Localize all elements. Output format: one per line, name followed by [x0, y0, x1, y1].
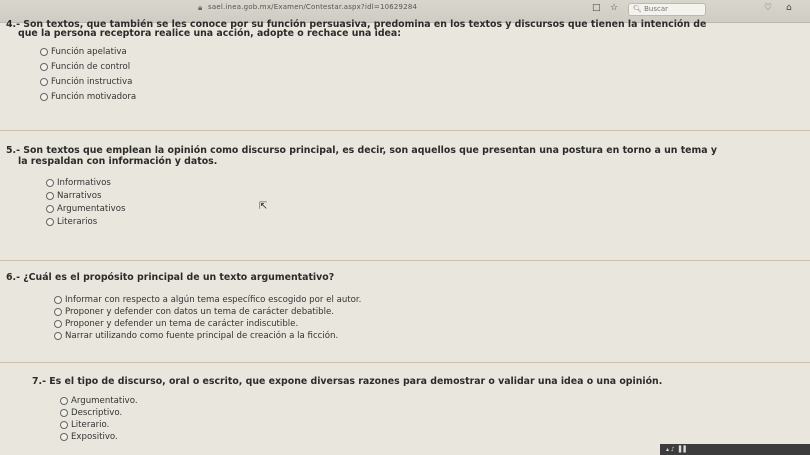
system-tray-icon: ▴ ♪ ▐▐ — [666, 446, 686, 453]
question-4-option-1[interactable]: Función apelativa — [40, 47, 127, 57]
search-icon: 🔍︎ — [633, 5, 642, 13]
radio-button[interactable] — [46, 179, 54, 187]
question-7-text: 7.- Es el tipo de discurso, oral o escri… — [32, 376, 663, 387]
question-5-text: 5.- Son textos que emplean la opinión co… — [6, 145, 718, 156]
radio-button[interactable] — [40, 93, 48, 101]
question-5-option-1[interactable]: Informativos — [46, 178, 111, 188]
question-5-text-line2: la respaldan con información y datos. — [18, 156, 218, 167]
pocket-icon[interactable]: ♡ — [764, 3, 772, 13]
radio-button[interactable] — [60, 433, 68, 441]
question-5-option-2[interactable]: Narrativos — [46, 191, 101, 201]
question-divider — [0, 130, 810, 131]
question-6-text: 6.- ¿Cuál es el propósito principal de u… — [6, 272, 335, 283]
mouse-cursor-icon: ⇱ — [259, 201, 268, 212]
radio-button[interactable] — [40, 48, 48, 56]
home-icon[interactable]: ⌂ — [786, 3, 792, 13]
question-4-option-2[interactable]: Función de control — [40, 62, 130, 72]
reader-icon[interactable]: □ — [592, 3, 601, 13]
question-6-option-2[interactable]: Proponer y defender con datos un tema de… — [54, 307, 334, 317]
search-input[interactable]: 🔍︎ Buscar — [628, 3, 706, 16]
radio-button[interactable] — [40, 78, 48, 86]
radio-button[interactable] — [54, 320, 62, 328]
question-7-option-4[interactable]: Expositivo. — [60, 432, 118, 442]
radio-button[interactable] — [54, 308, 62, 316]
radio-button[interactable] — [54, 332, 62, 340]
question-divider — [0, 362, 810, 363]
search-placeholder: Buscar — [644, 5, 669, 13]
radio-button[interactable] — [60, 421, 68, 429]
bookmark-star-icon[interactable]: ☆ — [610, 3, 618, 13]
question-4-option-3[interactable]: Función instructiva — [40, 77, 132, 87]
question-6-option-3[interactable]: Proponer y defender un tema de carácter … — [54, 319, 298, 329]
radio-button[interactable] — [46, 218, 54, 226]
radio-button[interactable] — [46, 205, 54, 213]
radio-button[interactable] — [54, 296, 62, 304]
radio-button[interactable] — [40, 63, 48, 71]
question-5-option-3[interactable]: Argumentativos — [46, 204, 125, 214]
question-5-option-4[interactable]: Literarios — [46, 217, 97, 227]
question-7-option-1[interactable]: Argumentativo. — [60, 396, 138, 406]
question-divider — [0, 260, 810, 261]
question-7-option-2[interactable]: Descriptivo. — [60, 408, 122, 418]
address-bar[interactable]: sael.inea.gob.mx/Examen/Contestar.aspx?i… — [208, 3, 417, 11]
taskbar: ▴ ♪ ▐▐ — [660, 444, 810, 455]
radio-button[interactable] — [60, 397, 68, 405]
radio-button[interactable] — [60, 409, 68, 417]
lock-icon: 🔒︎ — [198, 3, 203, 12]
exam-content: 4.- Son textos, que también se les conoc… — [0, 19, 810, 455]
question-4-option-4[interactable]: Función motivadora — [40, 92, 136, 102]
question-4-text-line2: que la persona receptora realice una acc… — [18, 28, 401, 39]
question-6-option-4[interactable]: Narrar utilizando como fuente principal … — [54, 331, 338, 341]
question-7-option-3[interactable]: Literario. — [60, 420, 109, 430]
radio-button[interactable] — [46, 192, 54, 200]
question-6-option-1[interactable]: Informar con respecto a algún tema espec… — [54, 295, 361, 305]
